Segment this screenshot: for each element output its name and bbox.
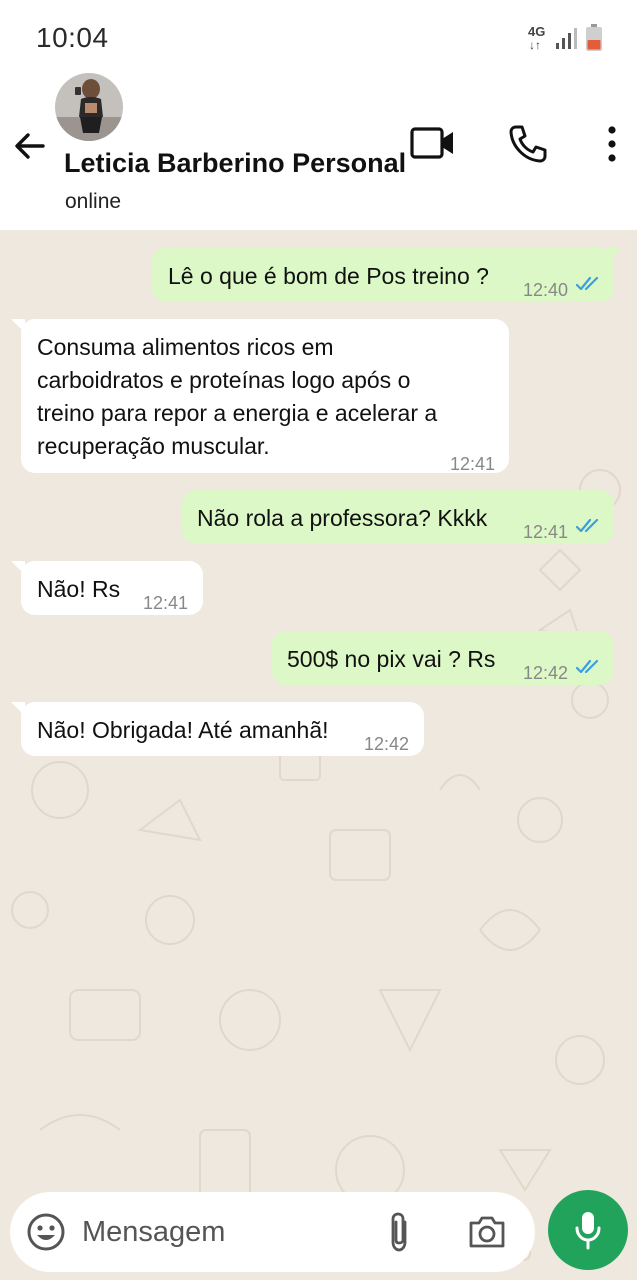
message-time: 12:41 (143, 593, 189, 613)
message-time: 12:41 (523, 522, 569, 542)
battery-icon (586, 24, 602, 51)
network-arrows: ↓↑ (529, 38, 541, 52)
status-time: 10:04 (36, 22, 109, 53)
phone-call-icon[interactable] (508, 124, 548, 164)
message-text: carboidratos e proteínas logo após o (37, 367, 411, 393)
message-time: 12:40 (523, 280, 569, 300)
attach-icon[interactable] (384, 1210, 414, 1254)
read-receipt-icon (576, 518, 599, 533)
chat-area[interactable]: Lê o que é bom de Pos treino ? 12:40 Con… (0, 230, 637, 1280)
message-bubble-incoming[interactable]: Não! Obrigada! Até amanhã! 12:42 (11, 702, 424, 756)
bubble-tail (11, 319, 25, 333)
message-input[interactable] (82, 1208, 372, 1256)
contact-name[interactable]: Leticia Barberino Personal (64, 148, 406, 179)
message-text: Não! Obrigada! Até amanhã! (37, 717, 329, 743)
chat-screen: 10:04 4G ↓↑ Leticia Barberino Personal o… (0, 0, 637, 1280)
emoji-icon[interactable] (26, 1212, 66, 1252)
message-time: 12:42 (523, 663, 569, 683)
signal-icon (556, 28, 577, 49)
message-time: 12:42 (364, 734, 410, 754)
message-bubble-outgoing[interactable]: 500$ no pix vai ? Rs 12:42 (272, 631, 614, 685)
message-text: Não! Rs (37, 576, 121, 602)
read-receipt-icon (576, 276, 599, 291)
back-arrow-icon[interactable] (12, 128, 48, 164)
message-bubble-incoming[interactable]: Não! Rs 12:41 (11, 561, 203, 615)
bubble-tail (11, 561, 25, 575)
video-call-icon[interactable] (410, 126, 456, 160)
network-label: 4G (528, 24, 546, 39)
status-bar: 10:04 4G ↓↑ (0, 0, 637, 70)
message-bubble-outgoing[interactable]: Lê o que é bom de Pos treino ? 12:40 (152, 248, 621, 302)
voice-message-button[interactable] (548, 1190, 628, 1270)
chat-header: Leticia Barberino Personal online (0, 70, 637, 230)
message-text: Consuma alimentos ricos em (37, 334, 334, 360)
message-text: treino para repor a energia e acelerar a (37, 400, 438, 426)
message-bubble-outgoing[interactable]: Não rola a professora? Kkkk 12:41 (182, 490, 614, 544)
message-text: recuperação muscular. (37, 433, 270, 459)
network-4g-icon: 4G ↓↑ (528, 25, 550, 55)
camera-icon[interactable] (467, 1214, 507, 1250)
more-options-icon[interactable] (600, 124, 624, 164)
message-bubble-incoming[interactable]: Consuma alimentos ricos em carboidratos … (11, 319, 509, 474)
message-composer (10, 1192, 535, 1272)
contact-avatar[interactable] (55, 73, 123, 141)
message-text: Lê o que é bom de Pos treino ? (168, 263, 489, 289)
microphone-icon (575, 1212, 601, 1250)
bubble-tail (607, 248, 621, 262)
message-text: 500$ no pix vai ? Rs (287, 646, 496, 672)
message-text: Não rola a professora? Kkkk (197, 505, 488, 531)
contact-status: online (65, 190, 122, 213)
message-time: 12:41 (450, 454, 496, 474)
read-receipt-icon (576, 659, 599, 674)
bubble-tail (11, 702, 25, 716)
